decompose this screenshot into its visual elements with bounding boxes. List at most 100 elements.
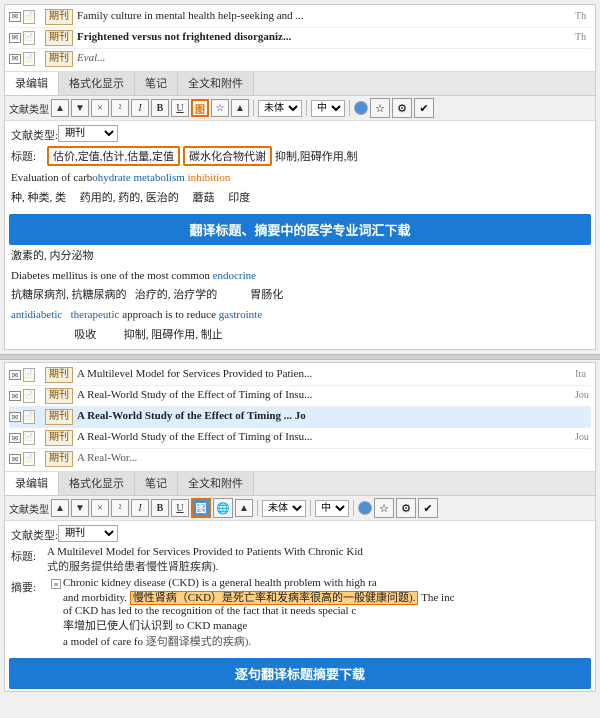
btoolbar-misc2[interactable]: ⚙ xyxy=(396,498,416,518)
list-item[interactable]: ✉ 📄 期刊 Eval... xyxy=(9,49,591,69)
toolbar-arrow-up[interactable]: ▲ xyxy=(51,99,69,117)
envelope-icon: ✉ xyxy=(9,54,21,64)
toolbar-misc1[interactable]: ☆ xyxy=(370,98,390,118)
ohydrate-text: ohydrate metabolism xyxy=(92,172,185,184)
antidiabetic-text: antidiabetic xyxy=(11,309,62,321)
ckd-manage-text: to CKD manage xyxy=(176,620,247,632)
row-title[interactable]: A Real-World Study of the Effect of Timi… xyxy=(73,388,575,403)
doc-icon: 📄 xyxy=(23,452,35,466)
btitle-cn: 式的服务提供给患者慢性肾脏疾病). xyxy=(47,558,589,574)
row-title-bold[interactable]: A Real-World Study of the Effect of Timi… xyxy=(73,409,591,424)
tab-luedit[interactable]: 录编辑 xyxy=(5,72,59,95)
middle-panel: ✉ 📄 期刊 A Multilevel Model for Services P… xyxy=(4,362,596,692)
btoolbar-bold[interactable]: B xyxy=(151,499,169,517)
envelope-icon: ✉ xyxy=(9,33,21,43)
bottom-tab-bar: 录编辑 格式化显示 笔记 全文和附件 xyxy=(5,472,595,496)
abstract-line-absorb: 吸收 抑制, 阻碍作用, 制止 xyxy=(11,326,589,346)
type-tag: 期刊 xyxy=(45,430,73,446)
type-tag: 期刊 xyxy=(45,451,73,467)
therapeutic-text: therapeutic xyxy=(71,309,120,321)
toolbar-arrow-down[interactable]: ▼ xyxy=(71,99,89,117)
abstract-line-antidiabetic: antidiabetic therapeutic approach is to … xyxy=(11,306,589,326)
doc-icon: 📄 xyxy=(23,389,35,403)
top-abstract-area: 激素的, 内分泌物 Diabetes mellitus is one of th… xyxy=(5,247,595,349)
antidiabetic-cn-text: 抗糖尿病剂, 抗糖尿病的 治疗的, 治疗学的 胃肠化 xyxy=(11,289,283,301)
tab-fulltext[interactable]: 全文和附件 xyxy=(178,72,254,95)
list-item[interactable]: ✉ 📄 期刊 A Real-World Study of the Effect … xyxy=(9,428,591,449)
list-item[interactable]: ✉ 📄 期刊 A Real-Wor... xyxy=(9,449,591,469)
type-dropdown[interactable]: 期刊 xyxy=(58,125,118,142)
btab-format[interactable]: 格式化显示 xyxy=(59,472,135,495)
toolbar-divider3 xyxy=(349,100,350,116)
row-icons: ✉ 📄 xyxy=(9,410,45,424)
btoolbar-earth[interactable]: 🌐 xyxy=(213,498,233,518)
font-select[interactable]: 未体 xyxy=(258,100,302,117)
row-title[interactable]: A Multilevel Model for Services Provided… xyxy=(73,367,575,382)
row-suffix: Th xyxy=(575,10,591,24)
toolbar-color-arrow[interactable]: ▲ xyxy=(231,99,249,117)
species-text: 种, 种类, 类 药用的, 药的, 医治的 蘑菇 印度 xyxy=(11,192,250,204)
btab-luedit[interactable]: 录编辑 xyxy=(5,472,59,495)
top-panel: ✉ 📄 期刊 Family culture in mental health h… xyxy=(4,4,596,350)
toolbar-super[interactable]: ² xyxy=(111,99,129,117)
content-line-2: 种, 种类, 类 药用的, 药的, 医治的 蘑菇 印度 xyxy=(11,189,589,209)
align-select[interactable]: 中 xyxy=(311,100,345,117)
row-title[interactable]: Eval... xyxy=(73,51,591,66)
title-row: 标题: 估价,定值,估计,估量,定值 碳水化合物代谢 抑制,阻碍作用,制 xyxy=(11,146,589,166)
btoolbar-italic[interactable]: I xyxy=(131,499,149,517)
btype-dropdown[interactable]: 期刊 xyxy=(58,525,118,542)
row-title[interactable]: A Real-World Study of the Effect of Timi… xyxy=(73,430,575,445)
bfont-select[interactable]: 未体 xyxy=(262,500,306,517)
row-title[interactable]: Family culture in mental health help-see… xyxy=(73,9,575,24)
type-tag: 期刊 xyxy=(45,367,73,383)
bottom-form-area: 文献类型: 期刊 标题: A Multilevel Model for Serv… xyxy=(5,521,595,656)
approach-text: approach is to reduce xyxy=(122,309,219,321)
balign-select[interactable]: 中 xyxy=(315,500,349,517)
list-item[interactable]: ✉ 📄 期刊 Family culture in mental health h… xyxy=(9,7,591,28)
row-title[interactable]: A Real-Wor... xyxy=(73,451,591,466)
btab-fulltext[interactable]: 全文和附件 xyxy=(178,472,254,495)
btoolbar-super[interactable]: ² xyxy=(111,499,129,517)
btoolbar-misc1[interactable]: ☆ xyxy=(374,498,394,518)
toolbar-italic[interactable]: I xyxy=(131,99,149,117)
tab-format[interactable]: 格式化显示 xyxy=(59,72,135,95)
abs-marker: ≡ xyxy=(51,579,61,589)
btoolbar-color-arrow[interactable]: ▲ xyxy=(235,499,253,517)
list-item-selected[interactable]: ✉ 📄 期刊 A Real-World Study of the Effect … xyxy=(9,407,591,428)
btoolbar-underline[interactable]: U xyxy=(171,499,189,517)
toolbar-misc2[interactable]: ⚙ xyxy=(392,98,412,118)
btitle-content: A Multilevel Model for Services Provided… xyxy=(47,546,589,574)
toolbar-image[interactable]: 图 xyxy=(191,99,209,117)
toolbar-star[interactable]: ☆ xyxy=(211,99,229,117)
toolbar-underline[interactable]: U xyxy=(171,99,189,117)
btab-notes[interactable]: 笔记 xyxy=(135,472,178,495)
row-icons: ✉ 📄 xyxy=(9,431,45,445)
highlighted-cn: 慢性肾病（CKD）是死亡率和发病率很高的一般健康问题). xyxy=(130,591,419,605)
row-icons: ✉ 📄 xyxy=(9,52,45,66)
doc-icon: 📄 xyxy=(23,31,35,45)
list-item[interactable]: ✉ 📄 期刊 A Real-World Study of the Effect … xyxy=(9,386,591,407)
btoolbar-arrow-down[interactable]: ▼ xyxy=(71,499,89,517)
toolbar-bold[interactable]: B xyxy=(151,99,169,117)
btoolbar-image[interactable]: 图 xyxy=(191,498,211,518)
babstract-row: 摘要: ≡ Chronic kidney disease (CKD) is a … xyxy=(11,577,589,649)
list-item[interactable]: ✉ 📄 期刊 A Multilevel Model for Services P… xyxy=(9,365,591,386)
btitle-field-label: 标题: xyxy=(11,546,47,564)
top-format-toolbar: 文献类型 ▲ ▼ × ² I B U 图 ☆ ▲ 未体 中 ☆ ⚙ ✔ xyxy=(5,96,595,121)
btoolbar-misc3[interactable]: ✔ xyxy=(418,498,438,518)
section-divider xyxy=(0,354,600,360)
row-icons: ✉ 📄 xyxy=(9,368,45,382)
toolbar-misc3[interactable]: ✔ xyxy=(414,98,434,118)
row-title-bold[interactable]: Frightened versus not frightened disorga… xyxy=(73,30,575,45)
btoolbar-arrow-up[interactable]: ▲ xyxy=(51,499,69,517)
list-item[interactable]: ✉ 📄 期刊 Frightened versus not frightened … xyxy=(9,28,591,49)
toolbar-x[interactable]: × xyxy=(91,99,109,117)
abstract-text2: and morbidity. 慢性肾病（CKD）是死亡率和发病率很高的一般健康问… xyxy=(63,589,589,605)
row-icons: ✉ 📄 xyxy=(9,389,45,403)
title-field-label: 标题: xyxy=(11,146,47,164)
tab-notes[interactable]: 笔记 xyxy=(135,72,178,95)
btoolbar-x[interactable]: × xyxy=(91,499,109,517)
bcolor-dot1 xyxy=(358,501,372,515)
toolbar-type-label: 文献类型 xyxy=(9,101,49,116)
btitle-en: A Multilevel Model for Services Provided… xyxy=(47,546,589,558)
